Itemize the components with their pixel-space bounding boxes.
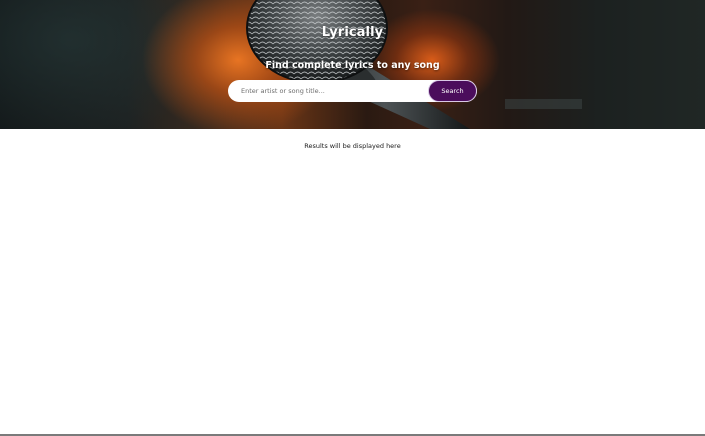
- search-form: Search: [228, 80, 477, 102]
- search-input[interactable]: [228, 80, 428, 102]
- app-logo-title: Lyrically: [321, 25, 384, 40]
- search-button[interactable]: Search: [428, 80, 477, 102]
- hero-banner: Lyrically Find complete lyrics to any so…: [0, 0, 705, 129]
- faded-background-overlay: [505, 99, 582, 109]
- results-placeholder: Results will be displayed here: [304, 142, 401, 150]
- hero-tagline: Find complete lyrics to any song: [265, 60, 440, 71]
